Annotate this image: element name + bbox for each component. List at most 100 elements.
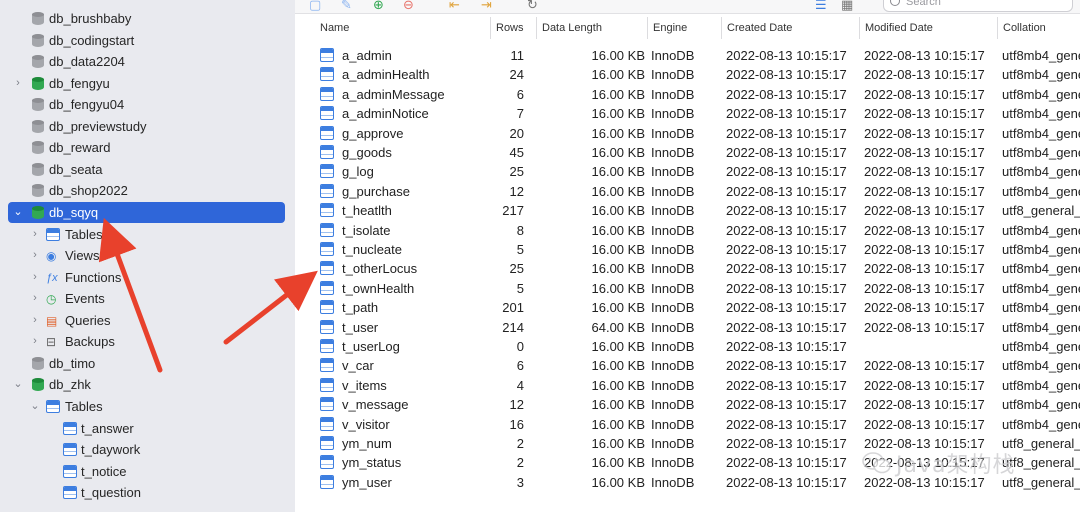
- table-row[interactable]: t_ownHealth 5 16.00 KB InnoDB 2022-08-13 10:…: [305, 278, 1080, 297]
- row-count-cell: 6: [516, 86, 524, 102]
- table-row[interactable]: t_path 201 16.00 KB InnoDB 2022-08-13 10:15:…: [305, 297, 1080, 316]
- import-icon[interactable]: ⇤: [449, 0, 460, 11]
- sidebar-item[interactable]: › ƒx Functions: [0, 267, 295, 288]
- table-row[interactable]: a_adminNotice 7 16.00 KB InnoDB 2022-08-13 1…: [305, 103, 1080, 122]
- sidebar-item[interactable]: ⌄ db_sqyq: [0, 202, 295, 223]
- chevron-down-icon[interactable]: ⌄: [13, 379, 23, 390]
- table-row[interactable]: v_visitor 16 16.00 KB InnoDB 2022-08-13 10:1…: [305, 414, 1080, 433]
- sidebar-item[interactable]: t_question: [0, 482, 295, 503]
- sidebar-item[interactable]: ⌄ Tables: [0, 396, 295, 417]
- data-length-cell: 16.00 KB: [591, 203, 646, 219]
- grid-view-icon[interactable]: ▦: [841, 0, 853, 11]
- add-icon[interactable]: ⊕: [373, 0, 384, 11]
- sidebar-item[interactable]: › Tables: [0, 224, 295, 245]
- table-row[interactable]: v_items 4 16.00 KB InnoDB 2022-08-13 10:15:1…: [305, 375, 1080, 394]
- chevron-right-icon[interactable]: ›: [30, 272, 40, 283]
- table-name-cell: t_user: [342, 319, 379, 335]
- sidebar-item[interactable]: db_previewstudy: [0, 116, 295, 137]
- sidebar-item[interactable]: t_notice: [0, 461, 295, 482]
- new-table-icon[interactable]: ▢: [309, 0, 321, 11]
- delete-icon[interactable]: ⊖: [403, 0, 414, 11]
- modified-date-cell: 2022-08-13 10:15:17: [864, 86, 985, 102]
- row-count-cell: 3: [516, 474, 524, 490]
- table-row[interactable]: g_log 25 16.00 KB InnoDB 2022-08-13 10:15:17…: [305, 161, 1080, 180]
- views-icon: ◉: [46, 249, 57, 263]
- table-row[interactable]: a_admin 11 16.00 KB InnoDB 2022-08-13 10:15:…: [305, 45, 1080, 64]
- table-row[interactable]: v_car 6 16.00 KB InnoDB 2022-08-13 10:15:17 2…: [305, 355, 1080, 374]
- sidebar-item[interactable]: db_brushbaby: [0, 8, 295, 29]
- sidebar-item[interactable]: db_shop2022: [0, 180, 295, 201]
- chevron-right-icon[interactable]: ›: [30, 250, 40, 261]
- row-count-cell: 12: [509, 183, 524, 199]
- column-header-collation[interactable]: Collation: [997, 17, 1080, 39]
- table-row[interactable]: g_goods 45 16.00 KB InnoDB 2022-08-13 10:15:…: [305, 142, 1080, 161]
- table-row[interactable]: t_otherLocus 25 16.00 KB InnoDB 2022-08-13 1…: [305, 258, 1080, 277]
- column-header-rows[interactable]: Rows: [490, 17, 536, 39]
- list-view-icon[interactable]: ☰: [815, 0, 827, 11]
- table-icon: [320, 377, 334, 392]
- sidebar-item-label: db_data2204: [49, 54, 125, 69]
- chevron-right-icon[interactable]: ›: [30, 293, 40, 304]
- chevron-right-icon[interactable]: ›: [30, 229, 40, 240]
- sidebar-item[interactable]: › db_fengyu: [0, 73, 295, 94]
- search-input[interactable]: Search: [883, 0, 1073, 12]
- database-icon: [32, 120, 44, 134]
- collation-cell: utf8mb4_general_ci: [1002, 397, 1080, 413]
- created-date-cell: 2022-08-13 10:15:17: [726, 436, 847, 451]
- table-name-cell: g_log: [342, 164, 374, 180]
- table-icon: [320, 280, 334, 295]
- table-row[interactable]: g_approve 20 16.00 KB InnoDB 2022-08-13 10:1…: [305, 123, 1080, 142]
- modified-date-cell: 2022-08-13 10:15:17: [864, 377, 985, 393]
- sidebar-item[interactable]: › ◉ Views: [0, 245, 295, 266]
- sidebar-item[interactable]: t_daywork: [0, 439, 295, 460]
- tables-icon: [46, 400, 60, 413]
- chevron-right-icon[interactable]: ›: [13, 78, 23, 89]
- table-row[interactable]: g_purchase 12 16.00 KB InnoDB 2022-08-13 10:…: [305, 181, 1080, 200]
- column-header-name[interactable]: Name: [315, 17, 495, 39]
- modified-date-cell: 2022-08-13 10:15:17: [864, 261, 985, 277]
- table-row[interactable]: a_adminMessage 6 16.00 KB InnoDB 2022-08-13 …: [305, 84, 1080, 103]
- database-icon: [32, 184, 44, 198]
- database-icon: [32, 163, 44, 177]
- database-icon: [32, 357, 44, 371]
- refresh-icon[interactable]: ↻: [527, 0, 538, 11]
- table-row[interactable]: v_message 12 16.00 KB InnoDB 2022-08-13 10:1…: [305, 394, 1080, 413]
- created-date-cell: 2022-08-13 10:15:17: [726, 48, 847, 63]
- sidebar-item[interactable]: › ◷ Events: [0, 288, 295, 309]
- sidebar-item[interactable]: db_codingstart: [0, 30, 295, 51]
- sidebar-item[interactable]: db_seata: [0, 159, 295, 180]
- created-date-cell: 2022-08-13 10:15:17: [726, 397, 847, 413]
- row-count-cell: 25: [509, 261, 524, 277]
- sidebar-item[interactable]: t_answer: [0, 418, 295, 439]
- table-row[interactable]: t_heatlth 217 16.00 KB InnoDB 2022-08-13 10:…: [305, 200, 1080, 219]
- column-header-engine[interactable]: Engine: [647, 17, 721, 39]
- created-date-cell: 2022-08-13 10:15:17: [726, 319, 847, 335]
- column-header-modified-date[interactable]: Modified Date: [859, 17, 997, 39]
- sidebar-item[interactable]: db_reward: [0, 137, 295, 158]
- table-row[interactable]: a_adminHealth 24 16.00 KB InnoDB 2022-08-13 …: [305, 64, 1080, 83]
- export-icon[interactable]: ⇥: [481, 0, 492, 11]
- data-length-cell: 16.00 KB: [591, 339, 646, 354]
- data-length-cell: 16.00 KB: [591, 48, 646, 63]
- table-icon: [63, 422, 77, 435]
- column-header-data-length[interactable]: Data Length: [536, 17, 647, 39]
- edit-icon[interactable]: ✎: [341, 0, 352, 11]
- sidebar-item[interactable]: ⌄ db_zhk: [0, 374, 295, 395]
- table-row[interactable]: t_nucleate 5 16.00 KB InnoDB 2022-08-13 10:1…: [305, 239, 1080, 258]
- table-name-cell: v_message: [342, 397, 409, 413]
- table-row[interactable]: t_userLog 0 16.00 KB InnoDB 2022-08-13 10:15…: [305, 336, 1080, 355]
- sidebar-item-label: t_daywork: [81, 442, 141, 457]
- sidebar-item[interactable]: › ▤ Queries: [0, 310, 295, 331]
- table-row[interactable]: t_isolate 8 16.00 KB InnoDB 2022-08-13 10:15…: [305, 220, 1080, 239]
- sidebar-item[interactable]: db_data2204: [0, 51, 295, 72]
- chevron-right-icon[interactable]: ›: [30, 315, 40, 326]
- table-name-cell: a_adminHealth: [342, 67, 430, 83]
- chevron-down-icon[interactable]: ⌄: [13, 207, 23, 218]
- sidebar-item[interactable]: db_timo: [0, 353, 295, 374]
- sidebar-item[interactable]: db_fengyu04: [0, 94, 295, 115]
- chevron-right-icon[interactable]: ›: [30, 336, 40, 347]
- chevron-down-icon[interactable]: ⌄: [30, 401, 40, 412]
- column-header-created-date[interactable]: Created Date: [721, 17, 859, 39]
- table-row[interactable]: t_user 214 64.00 KB InnoDB 2022-08-13 10:15:…: [305, 317, 1080, 336]
- sidebar-item[interactable]: › ⊟ Backups: [0, 331, 295, 352]
